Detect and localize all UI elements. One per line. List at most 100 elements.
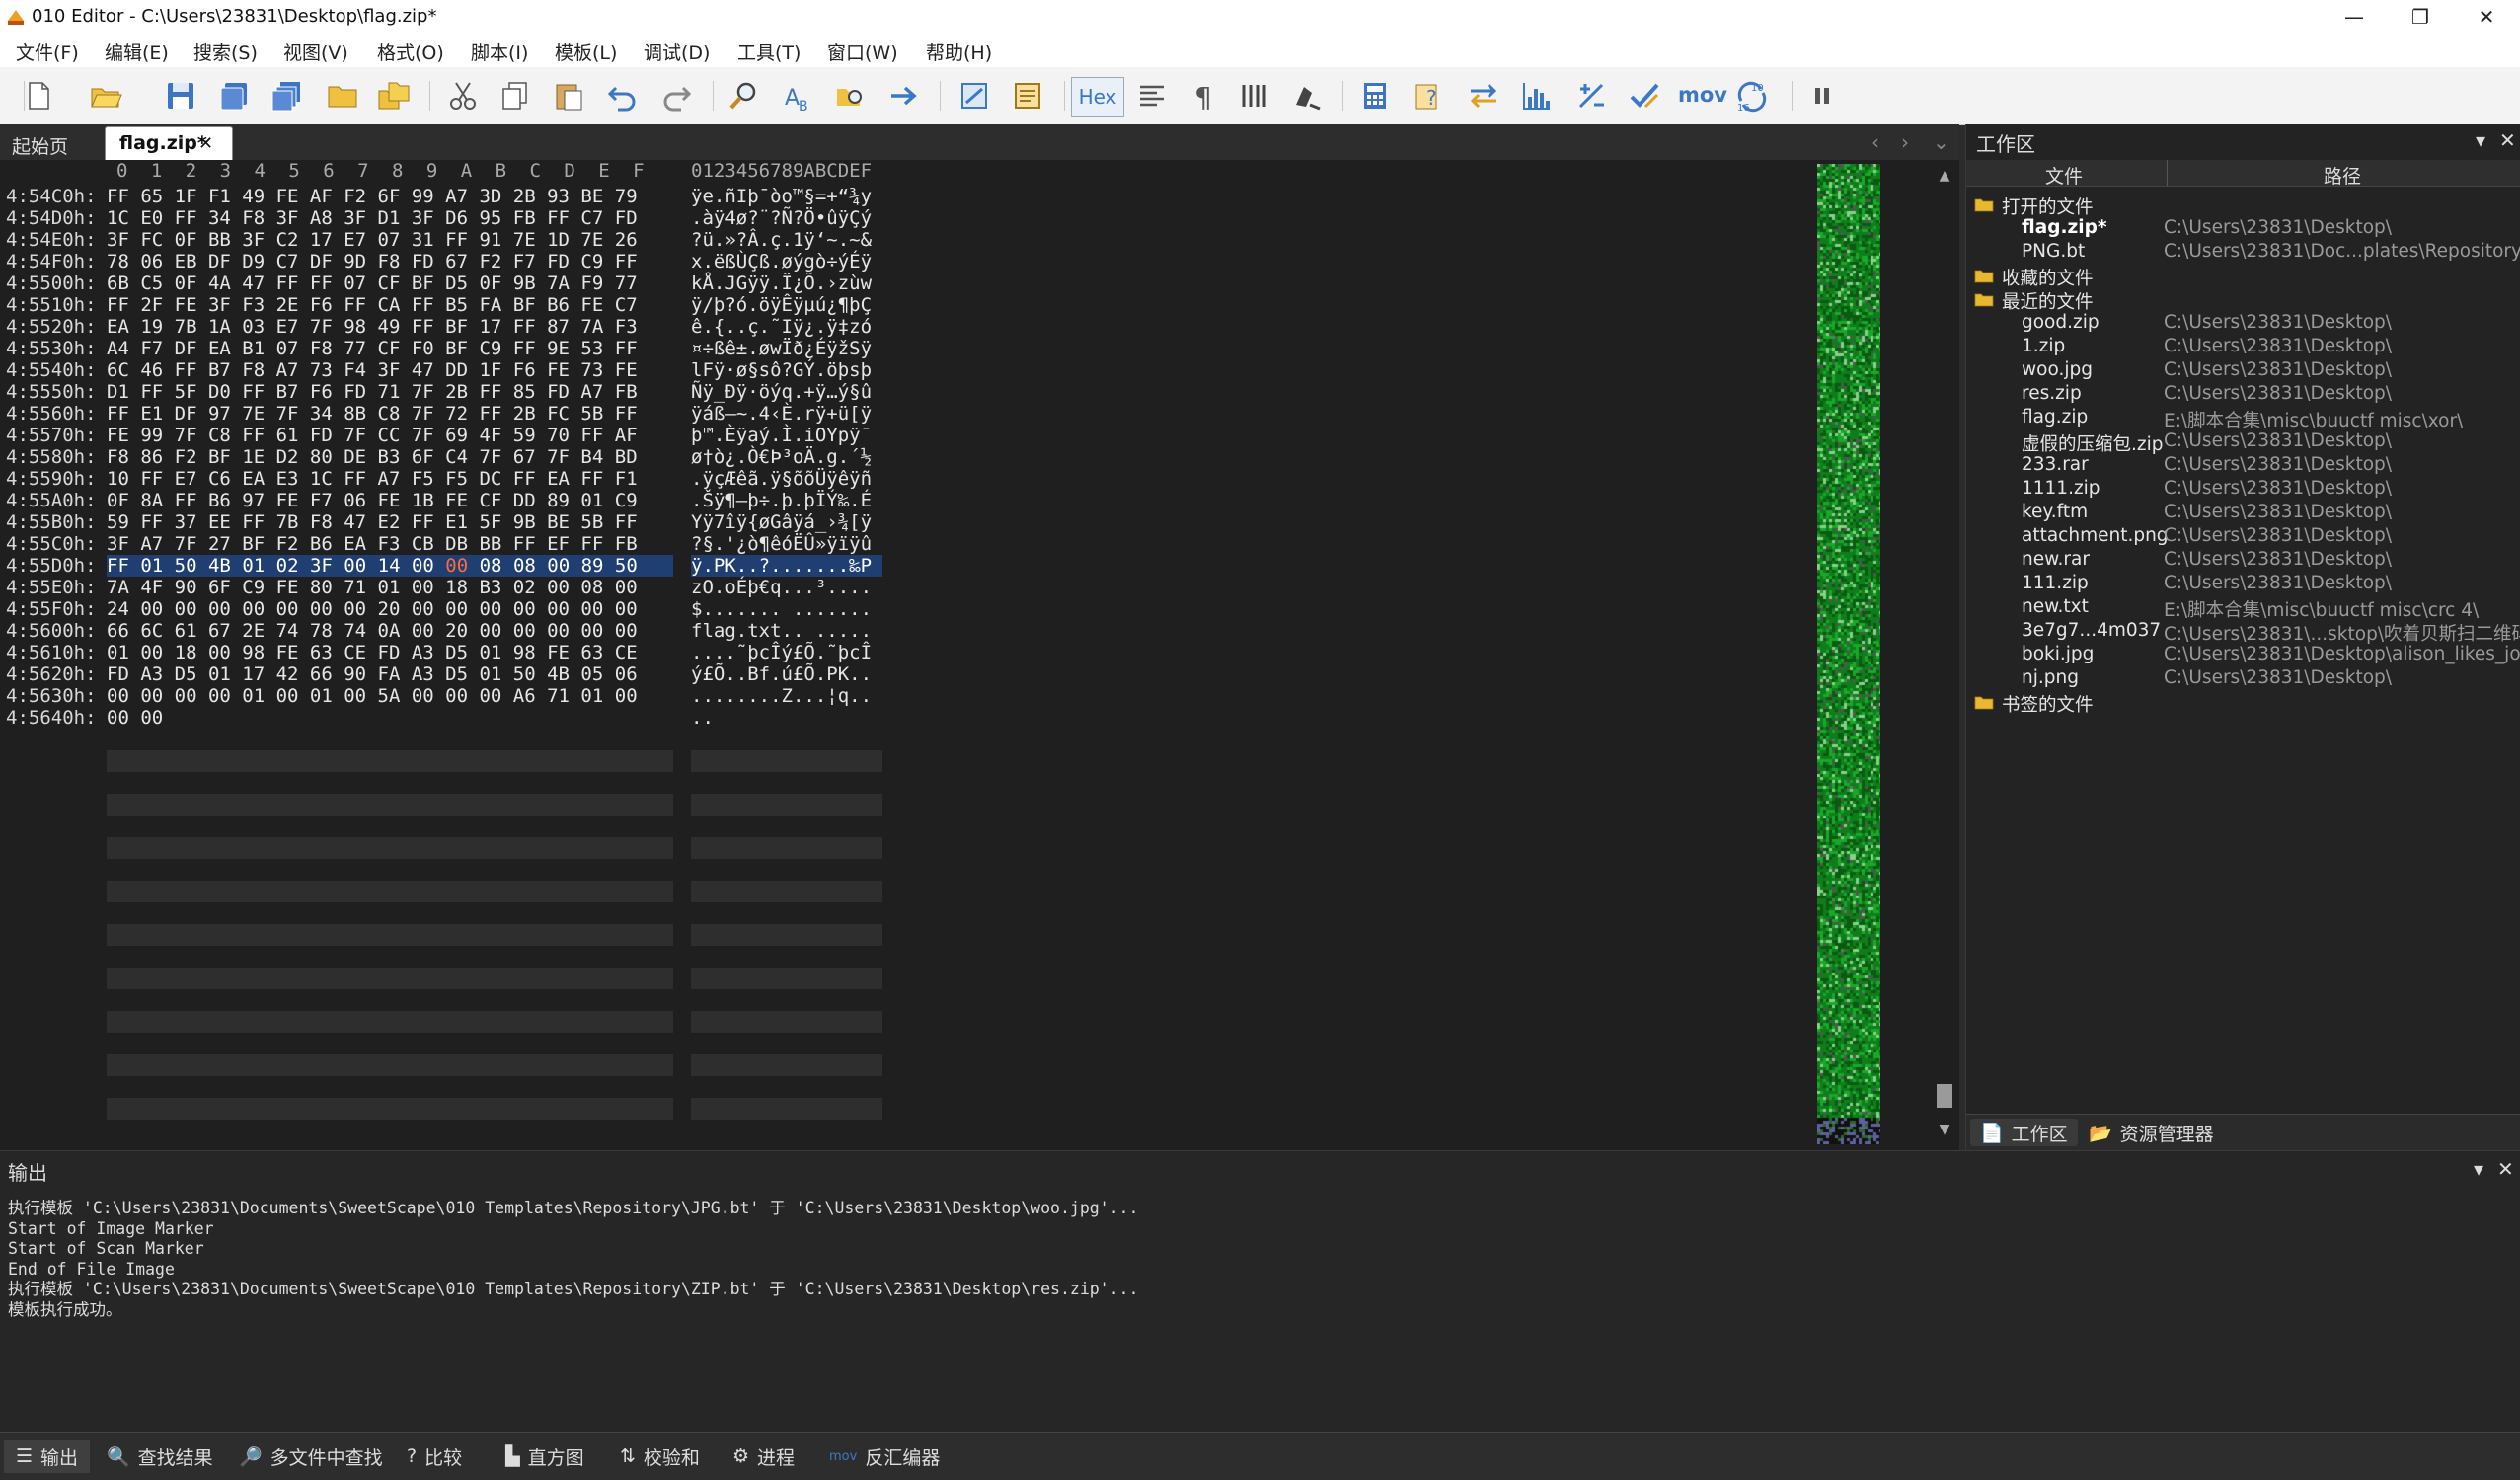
verify-icon[interactable] — [1626, 77, 1663, 115]
ascii-text[interactable]: lFÿ·ø§sô?GÝ.öþsþ — [691, 359, 882, 381]
compare-icon[interactable] — [1465, 77, 1502, 115]
hex-bytes[interactable]: FE 99 7F C8 FF 61 FD 7F CC 7F 69 4F 59 7… — [107, 425, 673, 446]
menu-edit[interactable]: 编辑(E) — [105, 39, 169, 65]
vertical-scrollbar[interactable]: ▲ ▼ — [1935, 168, 1954, 1140]
scroll-up-icon[interactable]: ▲ — [1937, 168, 1952, 184]
tab-workspace[interactable]: 📄 工作区 — [1970, 1119, 2078, 1146]
columns-icon[interactable] — [1237, 77, 1274, 115]
hex-bytes[interactable]: 01 00 18 00 98 FE 63 CE FD A3 D5 01 98 F… — [107, 642, 673, 663]
save-as-icon[interactable] — [215, 77, 253, 115]
menu-script[interactable]: 脚本(I) — [471, 39, 528, 65]
hex-byte[interactable]: 50 — [175, 555, 208, 577]
ascii-text[interactable]: ?ü.»?Â.ç.1ÿ‘~.~& — [691, 229, 882, 251]
menu-window[interactable]: 窗口(W) — [827, 39, 898, 65]
inspector-icon[interactable]: ? — [1411, 77, 1448, 115]
paste-icon[interactable] — [550, 77, 587, 115]
histogram-icon[interactable] — [1518, 77, 1556, 115]
hex-byte[interactable]: 50 — [615, 555, 638, 577]
ascii-text[interactable]: ....˜þcÎý£Õ.˜þcÎ — [691, 642, 882, 663]
tree-file-item[interactable]: 1111.zip C:\Users\23831\Desktop\ — [1966, 478, 2520, 502]
menu-file[interactable]: 文件(F) — [16, 39, 79, 65]
ascii-text[interactable]: ý£Õ..Bf.ú£Õ.PK.. — [691, 663, 882, 685]
tree-group[interactable]: 打开的文件 — [1966, 194, 2520, 218]
disassembler-icon[interactable]: mov — [1678, 83, 1727, 107]
ascii-text[interactable]: ÿ.PK..?.......‰P — [691, 555, 882, 577]
tab-flag-zip[interactable]: flag.zip* ✕ — [105, 126, 233, 161]
tab-checksum[interactable]: ⇅ 校验和 — [620, 1440, 700, 1473]
hex-byte[interactable]: 89 — [581, 555, 615, 577]
ascii-text[interactable]: ê.{..ç.˜Iÿ¿.ÿ‡zó — [691, 316, 882, 338]
ascii-text[interactable]: þ™.Èÿaý.Ì.iOYpÿ¯ — [691, 425, 882, 446]
ascii-text[interactable]: .àÿ4ø?¨?Ñ?Ö•ûÿÇý — [691, 207, 882, 229]
undo-icon[interactable] — [604, 77, 642, 115]
tree-file-item[interactable]: flag.zip E:\脚本合集\misc\buuctf misc\xor\ — [1966, 407, 2520, 431]
ascii-text[interactable]: ?§.'¿ò¶êóËÛ»ÿïÿû — [691, 533, 882, 555]
script-icon[interactable] — [1009, 77, 1046, 115]
scroll-down-icon[interactable]: ▼ — [1937, 1122, 1952, 1137]
tree-file-item[interactable]: nj.png C:\Users\23831\Desktop\ — [1966, 667, 2520, 691]
close-tab-icon[interactable]: ✕ — [198, 133, 213, 154]
base-converter-icon[interactable]: 10 16 — [1733, 77, 1771, 115]
tree-file-item[interactable]: 1.zip C:\Users\23831\Desktop\ — [1966, 336, 2520, 359]
hex-bytes[interactable]: A4 F7 DF EA B1 07 F8 77 CF F0 BF C9 FF 9… — [107, 338, 673, 359]
ascii-text[interactable]: ÿ/þ?ó.öÿÊÿµú¿¶þÇ — [691, 294, 882, 316]
ascii-text[interactable]: $....... ....... — [691, 598, 882, 620]
tab-output[interactable]: ☰ 输出 — [4, 1440, 91, 1473]
menu-search[interactable]: 搜索(S) — [193, 39, 258, 65]
maximize-button[interactable]: ❐ — [2391, 2, 2450, 32]
ascii-text[interactable]: ÿáß—~.4‹È.rÿ+ü[ÿ — [691, 403, 882, 425]
hex-byte[interactable]: 00 — [445, 555, 479, 577]
tab-histogram[interactable]: ▙ 直方图 — [505, 1440, 584, 1473]
hex-bytes[interactable]: 6B C5 0F 4A 47 FF FF 07 CF BF D5 0F 9B 7… — [107, 273, 673, 294]
menu-template[interactable]: 模板(L) — [555, 39, 617, 65]
col-file[interactable]: 文件 — [2045, 162, 2083, 189]
hex-bytes[interactable]: 59 FF 37 EE FF 7B F8 47 E2 FF E1 5F 9B B… — [107, 511, 673, 533]
checksum-icon[interactable] — [1572, 77, 1610, 115]
hex-bytes[interactable]: 3F FC 0F BB 3F C2 17 E7 07 31 FF 91 7E 1… — [107, 229, 673, 251]
text-format-icon[interactable] — [1133, 77, 1171, 115]
workspace-dropdown-icon[interactable]: ▾ — [2476, 128, 2485, 152]
hex-byte[interactable]: 01 — [140, 555, 174, 577]
hex-mode-button[interactable]: Hex — [1071, 77, 1124, 117]
tree-file-item[interactable]: 111.zip C:\Users\23831\Desktop\ — [1966, 573, 2520, 596]
hex-byte[interactable]: 00 — [344, 555, 377, 577]
replace-icon[interactable]: AB — [779, 77, 816, 115]
tab-find-in-files[interactable]: 🔎 多文件中查找 — [239, 1440, 383, 1473]
output-log[interactable]: 执行模板 'C:\Users\23831\Documents\SweetScap… — [8, 1199, 1138, 1320]
menu-format[interactable]: 格式(O) — [377, 39, 444, 65]
pilcrow-icon[interactable]: ¶ — [1184, 77, 1222, 115]
tab-explorer[interactable]: 📂 资源管理器 — [2079, 1119, 2224, 1146]
workspace-icon[interactable] — [375, 77, 413, 115]
menu-help[interactable]: 帮助(H) — [926, 39, 992, 65]
template-icon[interactable] — [955, 77, 993, 115]
redo-icon[interactable] — [657, 77, 695, 115]
copy-icon[interactable] — [496, 77, 534, 115]
hex-byte[interactable]: 01 — [242, 555, 275, 577]
menu-debug[interactable]: 调试(D) — [644, 39, 710, 65]
save-all-icon[interactable] — [268, 77, 306, 115]
hex-byte[interactable]: 3F — [310, 555, 344, 577]
tree-file-item[interactable]: boki.jpg C:\Users\23831\Desktop\alison_li… — [1966, 644, 2520, 667]
ascii-text[interactable]: Ñÿ_Ðÿ·öýq.+ÿ…ý§û — [691, 381, 882, 403]
goto-icon[interactable] — [885, 77, 923, 115]
minimize-button[interactable]: — — [2325, 2, 2384, 32]
tree-group[interactable]: 书签的文件 — [1966, 691, 2520, 716]
ascii-text[interactable]: ÿe.ñIþ¯òo™§=+“¾y — [691, 186, 882, 207]
hex-bytes[interactable]: 24 00 00 00 00 00 00 00 20 00 00 00 00 0… — [107, 598, 673, 620]
hex-bytes[interactable]: 78 06 EB DF D9 C7 DF 9D F8 FD 67 F2 F7 F… — [107, 251, 673, 273]
hex-byte[interactable]: 02 — [276, 555, 310, 577]
ascii-text[interactable]: kÅ.JGÿÿ.Ï¿Õ.›zùw — [691, 273, 882, 294]
tab-start-page[interactable]: 起始页 — [12, 132, 68, 159]
hex-editor[interactable]: 0 1 2 3 4 5 6 7 8 9 A B C D E F 01234567… — [0, 160, 1959, 1150]
ascii-text[interactable]: Yÿ7îÿ{øGâÿá_›¾[ÿ — [691, 511, 882, 533]
hex-bytes[interactable]: 00 00 — [107, 707, 673, 729]
ascii-text[interactable]: ø†ò¿.Ò€Þ³oÄ.g.´½ — [691, 446, 882, 468]
tree-file-item[interactable]: 3e7g7...4m037 C:\Users\23831\...sktop\吹着贝… — [1966, 620, 2520, 645]
tree-group[interactable]: 最近的文件 — [1966, 288, 2520, 313]
open-dir-icon[interactable] — [324, 77, 361, 115]
workspace-close-icon[interactable]: ✕ — [2499, 128, 2516, 152]
hex-bytes[interactable]: FF E1 DF 97 7E 7F 34 8B C8 7F 72 FF 2B F… — [107, 403, 673, 425]
ascii-text[interactable]: .. — [691, 707, 882, 729]
hex-bytes[interactable]: F8 86 F2 BF 1E D2 80 DE B3 6F C4 7F 67 7… — [107, 446, 673, 468]
open-folder-icon[interactable] — [87, 77, 124, 115]
